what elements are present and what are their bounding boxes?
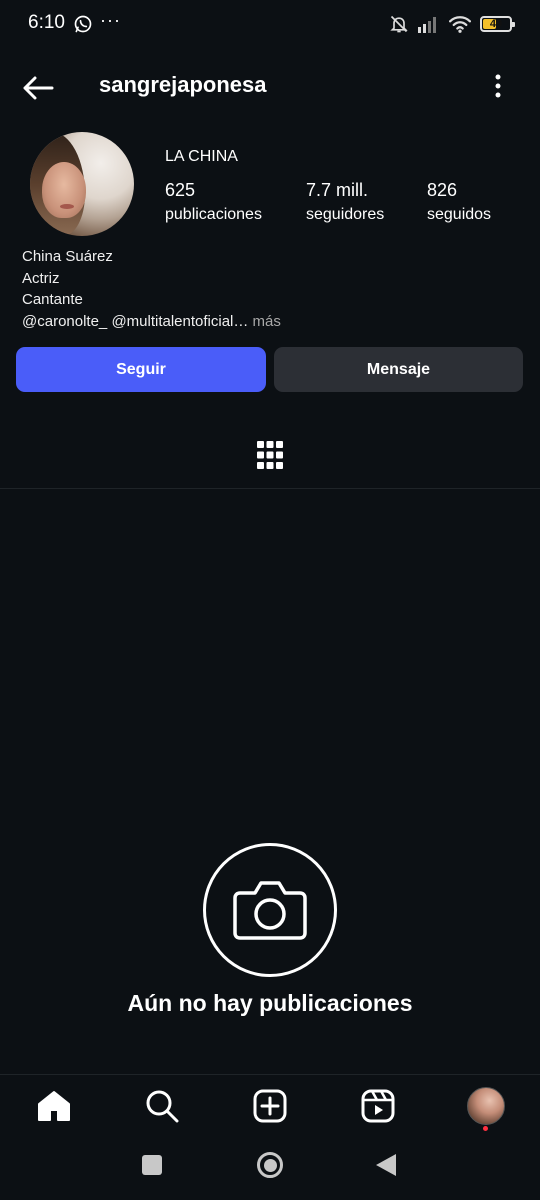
bio-mentions[interactable]: @caronolte_ @multitalentoficial…: [22, 313, 248, 330]
search-icon: [146, 1090, 179, 1123]
vertical-dots-icon: [495, 74, 501, 98]
wifi-icon: [449, 16, 471, 33]
posts-value: 625: [165, 180, 196, 200]
nav-create[interactable]: [250, 1086, 290, 1126]
followers-count[interactable]: 7.7 mill. seguidores: [306, 180, 384, 224]
posts-label: publicaciones: [165, 206, 262, 223]
tabs-divider: [0, 488, 540, 489]
arrow-left-icon: [23, 76, 54, 100]
bio-more-link[interactable]: más: [248, 313, 281, 330]
create-icon: [253, 1089, 287, 1123]
profile-avatar[interactable]: [30, 132, 134, 236]
empty-posts-circle: [203, 843, 337, 977]
camera-icon: [233, 881, 307, 940]
reels-icon: [361, 1089, 395, 1123]
follow-button[interactable]: Seguir: [16, 347, 266, 392]
grid-icon[interactable]: [256, 439, 284, 471]
nav-reels[interactable]: [358, 1086, 398, 1126]
bio-name: China Suárez: [22, 248, 113, 265]
display-name: LA CHINA: [165, 148, 238, 165]
system-home-button[interactable]: [257, 1152, 283, 1178]
status-more-dots: ···: [100, 10, 121, 30]
following-label: seguidos: [427, 206, 492, 223]
followers-label: seguidores: [306, 206, 385, 223]
nav-home[interactable]: [34, 1086, 74, 1126]
following-value: 826: [427, 180, 458, 200]
message-button[interactable]: Mensaje: [274, 347, 523, 392]
profile-bio: China Suárez Actriz Cantante @caronolte_…: [22, 246, 281, 332]
profile-username: sangrejaponesa: [99, 72, 267, 97]
nav-search[interactable]: [142, 1086, 182, 1126]
notification-dot: [483, 1126, 488, 1131]
posts-count[interactable]: 625 publicaciones: [165, 180, 262, 224]
bell-muted-icon: [390, 15, 408, 33]
more-options-button[interactable]: [486, 70, 510, 102]
empty-posts-text: Aún no hay publicaciones: [127, 990, 413, 1016]
back-button[interactable]: [20, 70, 56, 106]
following-count[interactable]: 826 seguidos: [427, 180, 491, 224]
battery-icon: 49: [480, 16, 515, 32]
nav-profile[interactable]: [466, 1086, 506, 1126]
recent-apps-button[interactable]: [142, 1155, 162, 1175]
status-time: 6:10: [28, 12, 65, 33]
nav-profile-avatar: [467, 1087, 505, 1125]
home-icon: [38, 1091, 70, 1121]
battery-level: 49: [489, 18, 503, 30]
bottom-nav-divider: [0, 1074, 540, 1075]
bio-line-actress: Actriz: [22, 269, 60, 287]
bio-line-singer: Cantante: [22, 291, 83, 308]
signal-icon: [418, 17, 436, 33]
status-right-icons: 49: [389, 14, 515, 34]
system-back-button[interactable]: [376, 1154, 396, 1176]
followers-value: 7.7 mill.: [306, 180, 369, 200]
whatsapp-icon: [74, 15, 92, 33]
